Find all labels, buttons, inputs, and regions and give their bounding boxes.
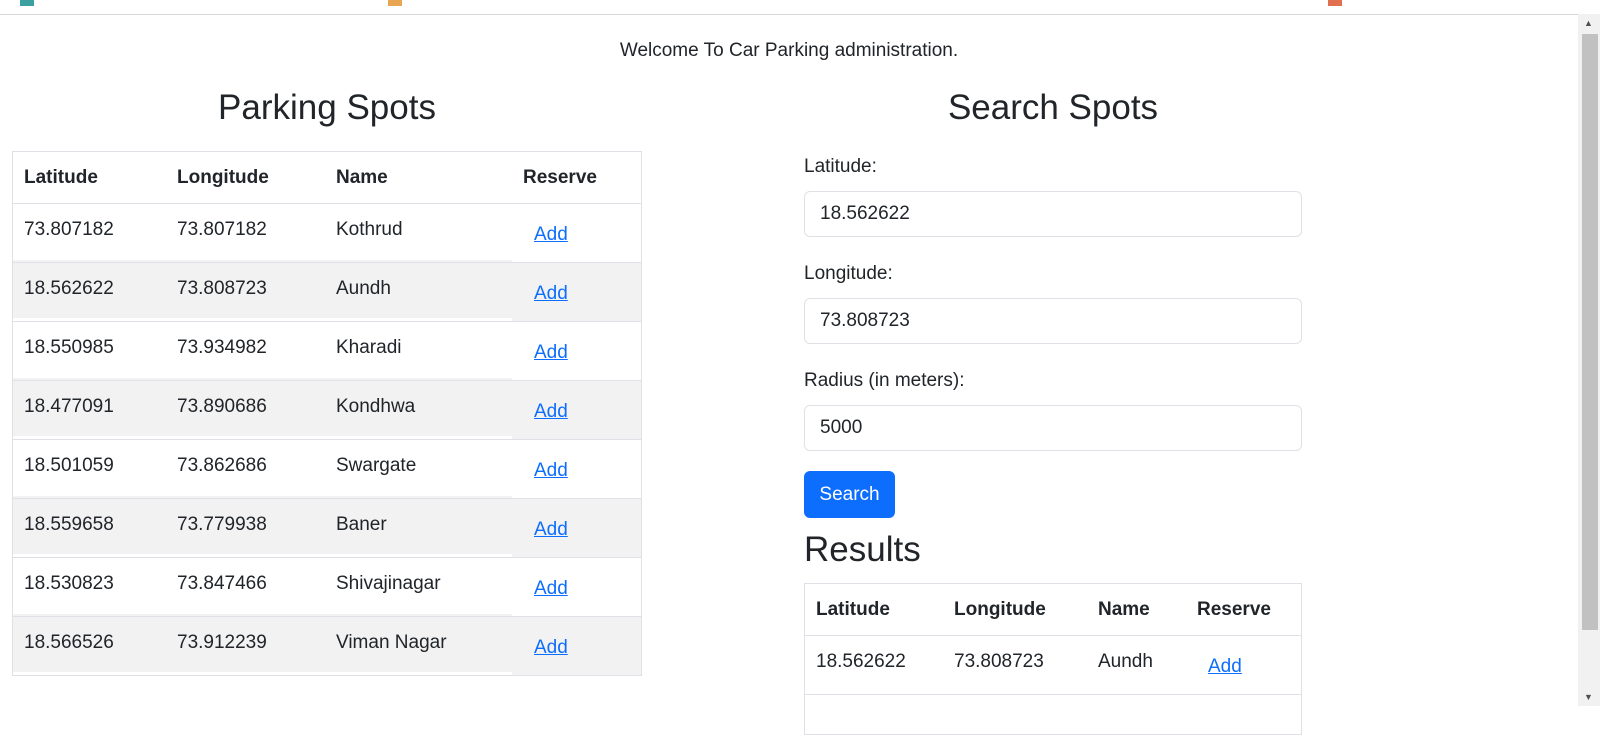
parking-spots-table: Latitude Longitude Name Reserve 73.80718… — [12, 151, 642, 676]
table-header-row: Latitude Longitude Name Reserve — [804, 583, 1302, 636]
add-reserve-link[interactable]: Add — [534, 342, 568, 363]
reserve-cell: Add — [512, 440, 642, 499]
latitude-cell: 18.530823 — [24, 573, 114, 594]
bookmark-icon[interactable] — [1328, 0, 1342, 6]
add-reserve-link[interactable]: Add — [534, 224, 568, 245]
latitude-cell: 18.559658 — [24, 514, 114, 535]
longitude-input[interactable]: 73.808723 — [804, 298, 1302, 344]
empty-cell — [805, 695, 1302, 735]
reserve-cell: Add — [512, 617, 642, 676]
table-row: 18.562622 73.808723 Aundh Add — [804, 635, 1302, 695]
add-reserve-link[interactable]: Add — [534, 401, 568, 422]
longitude-cell: 73.779938 — [177, 514, 267, 535]
table-row: 18.477091 73.890686 Kondhwa Add — [12, 380, 642, 440]
latitude-cell: 18.550985 — [24, 337, 114, 358]
column-header-longitude: Longitude — [954, 598, 1046, 620]
latitude-cell: 18.562622 — [816, 651, 906, 672]
add-reserve-link[interactable]: Add — [534, 578, 568, 599]
latitude-cell: 73.807182 — [24, 219, 114, 240]
latitude-cell: 18.566526 — [24, 632, 114, 653]
column-header-name: Name — [1098, 598, 1150, 620]
radius-input[interactable]: 5000 — [804, 405, 1302, 451]
reserve-cell: Add — [512, 558, 642, 617]
column-header-latitude: Latitude — [24, 166, 98, 188]
longitude-cell: 73.862686 — [177, 455, 267, 476]
table-row: 18.550985 73.934982 Kharadi Add — [12, 321, 642, 381]
reserve-cell: Add — [512, 322, 642, 381]
reserve-cell: Add — [512, 499, 642, 558]
column-header-name: Name — [336, 166, 388, 188]
column-header-longitude: Longitude — [177, 166, 269, 188]
table-row: 18.530823 73.847466 Shivajinagar Add — [12, 557, 642, 617]
results-title: Results — [804, 530, 921, 569]
table-row: 18.559658 73.779938 Baner Add — [12, 498, 642, 558]
table-row: 18.501059 73.862686 Swargate Add — [12, 439, 642, 499]
longitude-cell: 73.808723 — [177, 278, 267, 299]
name-cell: Swargate — [336, 455, 417, 476]
latitude-cell: 18.562622 — [24, 278, 114, 299]
name-cell: Shivajinagar — [336, 573, 441, 594]
name-cell: Kharadi — [336, 337, 402, 358]
add-reserve-link[interactable]: Add — [1208, 656, 1242, 677]
name-cell: Baner — [336, 514, 387, 535]
search-spots-title: Search Spots — [947, 88, 1159, 127]
radius-label: Radius (in meters): — [804, 370, 965, 391]
table-row — [804, 694, 1302, 735]
latitude-label: Latitude: — [804, 156, 877, 177]
name-cell: Aundh — [336, 278, 391, 299]
welcome-message: Welcome To Car Parking administration. — [619, 40, 959, 61]
add-reserve-link[interactable]: Add — [534, 460, 568, 481]
table-row: 18.562622 73.808723 Aundh Add — [12, 262, 642, 322]
longitude-cell: 73.808723 — [954, 651, 1044, 672]
reserve-cell: Add — [1186, 636, 1302, 695]
name-cell: Kothrud — [336, 219, 403, 240]
reserve-cell: Add — [512, 204, 642, 263]
table-row: 73.807182 73.807182 Kothrud Add — [12, 203, 642, 263]
longitude-cell: 73.934982 — [177, 337, 267, 358]
latitude-input[interactable]: 18.562622 — [804, 191, 1302, 237]
reserve-cell: Add — [512, 381, 642, 440]
results-table: Latitude Longitude Name Reserve 18.56262… — [804, 583, 1302, 735]
scroll-up-arrow-icon[interactable]: ▲ — [1584, 18, 1593, 28]
longitude-label: Longitude: — [804, 263, 893, 284]
scrollbar-thumb[interactable] — [1582, 34, 1598, 630]
longitude-cell: 73.912239 — [177, 632, 267, 653]
add-reserve-link[interactable]: Add — [534, 283, 568, 304]
column-header-reserve: Reserve — [523, 166, 597, 188]
bookmark-icon[interactable] — [388, 0, 402, 6]
browser-bookmarks-bar — [0, 0, 1600, 15]
search-button[interactable]: Search — [804, 471, 895, 518]
latitude-cell: 18.501059 — [24, 455, 114, 476]
latitude-cell: 18.477091 — [24, 396, 114, 417]
longitude-cell: 73.807182 — [177, 219, 267, 240]
add-reserve-link[interactable]: Add — [534, 637, 568, 658]
table-header-row: Latitude Longitude Name Reserve — [12, 151, 642, 204]
name-cell: Kondhwa — [336, 396, 416, 417]
name-cell: Viman Nagar — [336, 632, 447, 653]
column-header-reserve: Reserve — [1197, 598, 1271, 620]
reserve-cell: Add — [512, 263, 642, 322]
add-reserve-link[interactable]: Add — [534, 519, 568, 540]
column-header-latitude: Latitude — [816, 598, 890, 620]
bookmark-icon[interactable] — [20, 0, 34, 6]
longitude-cell: 73.847466 — [177, 573, 267, 594]
parking-spots-title: Parking Spots — [218, 88, 436, 127]
name-cell: Aundh — [1098, 651, 1153, 672]
scroll-down-arrow-icon[interactable]: ▼ — [1584, 692, 1593, 702]
table-row: 18.566526 73.912239 Viman Nagar Add — [12, 616, 642, 676]
vertical-scrollbar[interactable]: ▲ ▼ — [1578, 14, 1600, 706]
longitude-cell: 73.890686 — [177, 396, 267, 417]
